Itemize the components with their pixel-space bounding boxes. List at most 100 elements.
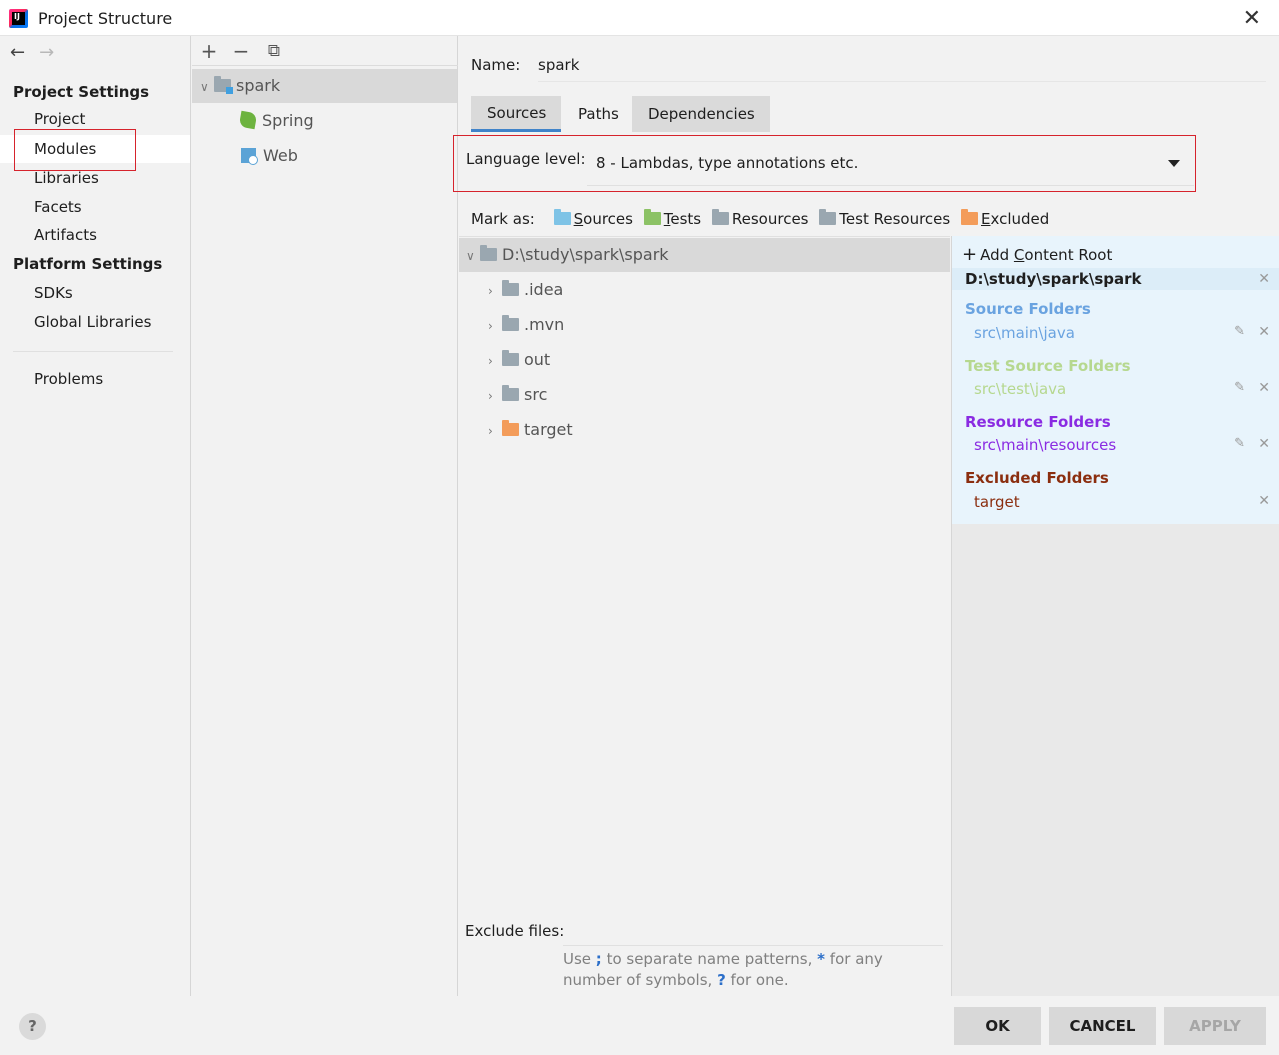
folder-icon (502, 315, 519, 331)
add-module-icon[interactable]: + (199, 39, 219, 63)
folder-row-target[interactable]: › target (459, 413, 950, 447)
apply-button[interactable]: APPLY (1164, 1007, 1266, 1045)
window-title: Project Structure (38, 9, 173, 28)
module-row-spark[interactable]: ∨ spark (192, 69, 457, 103)
remove-module-icon[interactable]: − (231, 39, 251, 63)
highlight-box-language-level (453, 135, 1196, 192)
tab-dependencies[interactable]: Dependencies (632, 96, 770, 132)
folder-name: target (524, 420, 573, 439)
excluded-folder-icon (502, 420, 519, 436)
folder-row-src[interactable]: › src (459, 378, 950, 412)
content-root-path: D:\study\spark\spark (502, 245, 669, 264)
tab-sources[interactable]: Sources (471, 96, 561, 132)
nav-item-global-libraries[interactable]: Global Libraries (0, 308, 190, 336)
content-root-row[interactable]: ∨ D:\study\spark\spark (459, 238, 950, 272)
name-field-underline (538, 81, 1266, 82)
remove-folder-icon[interactable]: ✕ (1258, 493, 1270, 509)
content-folder-tree: ∨ D:\study\spark\spark › .idea › .mvn › out … (459, 236, 950, 916)
folder-icon (502, 385, 519, 401)
excluded-folders-title: Excluded Folders (965, 469, 1109, 487)
intellij-app-icon: IJ (9, 9, 28, 28)
back-arrow-icon[interactable]: ← (10, 42, 25, 63)
test-source-folders-title: Test Source Folders (965, 357, 1131, 375)
chevron-down-icon[interactable]: ∨ (466, 239, 480, 273)
excluded-folder-path: target (974, 493, 1020, 511)
content-root-header: D:\study\spark\spark ✕ (952, 268, 1279, 290)
excluded-folder-icon (960, 209, 978, 225)
chevron-down-icon[interactable]: ∨ (200, 70, 214, 104)
tab-paths[interactable]: Paths (562, 96, 632, 132)
exclude-files-input[interactable] (563, 945, 943, 946)
remove-root-icon[interactable]: ✕ (1258, 268, 1270, 290)
folder-name: .idea (524, 280, 564, 299)
chevron-right-icon[interactable]: › (488, 274, 502, 308)
highlight-box-modules (14, 129, 136, 171)
close-icon[interactable]: ✕ (1243, 6, 1261, 31)
nav-item-artifacts[interactable]: Artifacts (0, 221, 190, 249)
exclude-files-label: Exclude files: (465, 922, 565, 940)
content-root-card: + Add Content Root D:\study\spark\spark ✕… (952, 236, 1279, 524)
folder-icon (502, 350, 519, 366)
folder-row-idea[interactable]: › .idea (459, 273, 950, 307)
settings-navigation: ← → Project Settings Project Modules Libr… (0, 36, 191, 996)
edit-pencil-icon[interactable]: ✎ (1234, 380, 1245, 395)
module-toolbar: + − ⧉ (192, 36, 458, 66)
mark-test-resources-button[interactable]: Test Resources (819, 209, 950, 228)
edit-pencil-icon[interactable]: ✎ (1234, 324, 1245, 339)
module-tree-panel: + − ⧉ ∨ spark Spring Web (192, 36, 458, 996)
module-folder-icon (214, 76, 233, 94)
copy-module-icon[interactable]: ⧉ (264, 41, 284, 61)
exclude-files-hint: Use ; to separate name patterns, * for a… (563, 950, 883, 989)
nav-item-problems[interactable]: Problems (0, 365, 190, 393)
module-name-field[interactable]: spark (538, 56, 579, 74)
test-resources-folder-icon (819, 209, 837, 225)
chevron-right-icon[interactable]: › (488, 344, 502, 378)
content-roots-panel: + Add Content Root D:\study\spark\spark ✕… (951, 236, 1279, 996)
web-facet-icon (241, 148, 258, 165)
source-folder-path: src\main\java (974, 324, 1075, 342)
sources-folder-icon (553, 209, 571, 225)
resources-folder-icon (711, 209, 729, 225)
mark-excluded-button[interactable]: Excluded (960, 209, 1049, 228)
chevron-right-icon[interactable]: › (488, 379, 502, 413)
tests-folder-icon (643, 209, 661, 225)
facet-row-spring[interactable]: Spring (192, 104, 457, 138)
content-root-path: D:\study\spark\spark (965, 270, 1142, 288)
dialog-footer: ? OK CANCEL APPLY (0, 996, 1279, 1055)
title-bar: IJ Project Structure ✕ (0, 0, 1279, 36)
chevron-right-icon[interactable]: › (488, 414, 502, 448)
add-content-root-button[interactable]: + Add Content Root (962, 244, 1112, 265)
spring-leaf-icon (238, 110, 258, 130)
facet-row-web[interactable]: Web (192, 139, 457, 173)
forward-arrow-icon[interactable]: → (39, 42, 54, 63)
folder-name: out (524, 350, 551, 369)
project-settings-header: Project Settings (13, 83, 150, 101)
history-arrows: ← → (10, 42, 68, 63)
nav-item-sdks[interactable]: SDKs (0, 279, 190, 307)
cancel-button[interactable]: CANCEL (1049, 1007, 1156, 1045)
test-source-folder-path: src\test\java (974, 380, 1067, 398)
mark-tests-button[interactable]: Tests (643, 209, 701, 228)
mark-as-label: Mark as: (471, 210, 535, 228)
edit-pencil-icon[interactable]: ✎ (1234, 436, 1245, 451)
chevron-right-icon[interactable]: › (488, 309, 502, 343)
help-icon[interactable]: ? (19, 1013, 46, 1040)
ok-button[interactable]: OK (954, 1007, 1041, 1045)
resource-folder-path: src\main\resources (974, 436, 1117, 454)
facet-name: Web (263, 146, 298, 165)
source-folders-title: Source Folders (965, 300, 1091, 318)
remove-folder-icon[interactable]: ✕ (1258, 380, 1270, 396)
folder-row-mvn[interactable]: › .mvn (459, 308, 950, 342)
mark-sources-button[interactable]: Sources (553, 209, 633, 228)
facet-name: Spring (262, 111, 314, 130)
nav-item-facets[interactable]: Facets (0, 193, 190, 221)
platform-settings-header: Platform Settings (13, 255, 163, 273)
mark-resources-button[interactable]: Resources (711, 209, 809, 228)
plus-icon: + (962, 244, 978, 265)
folder-row-out[interactable]: › out (459, 343, 950, 377)
folder-name: src (524, 385, 548, 404)
remove-folder-icon[interactable]: ✕ (1258, 324, 1270, 340)
nav-divider (13, 351, 173, 352)
remove-folder-icon[interactable]: ✕ (1258, 436, 1270, 452)
mark-as-toolbar: Mark as: Sources Tests Resources Test Re… (471, 209, 1049, 228)
